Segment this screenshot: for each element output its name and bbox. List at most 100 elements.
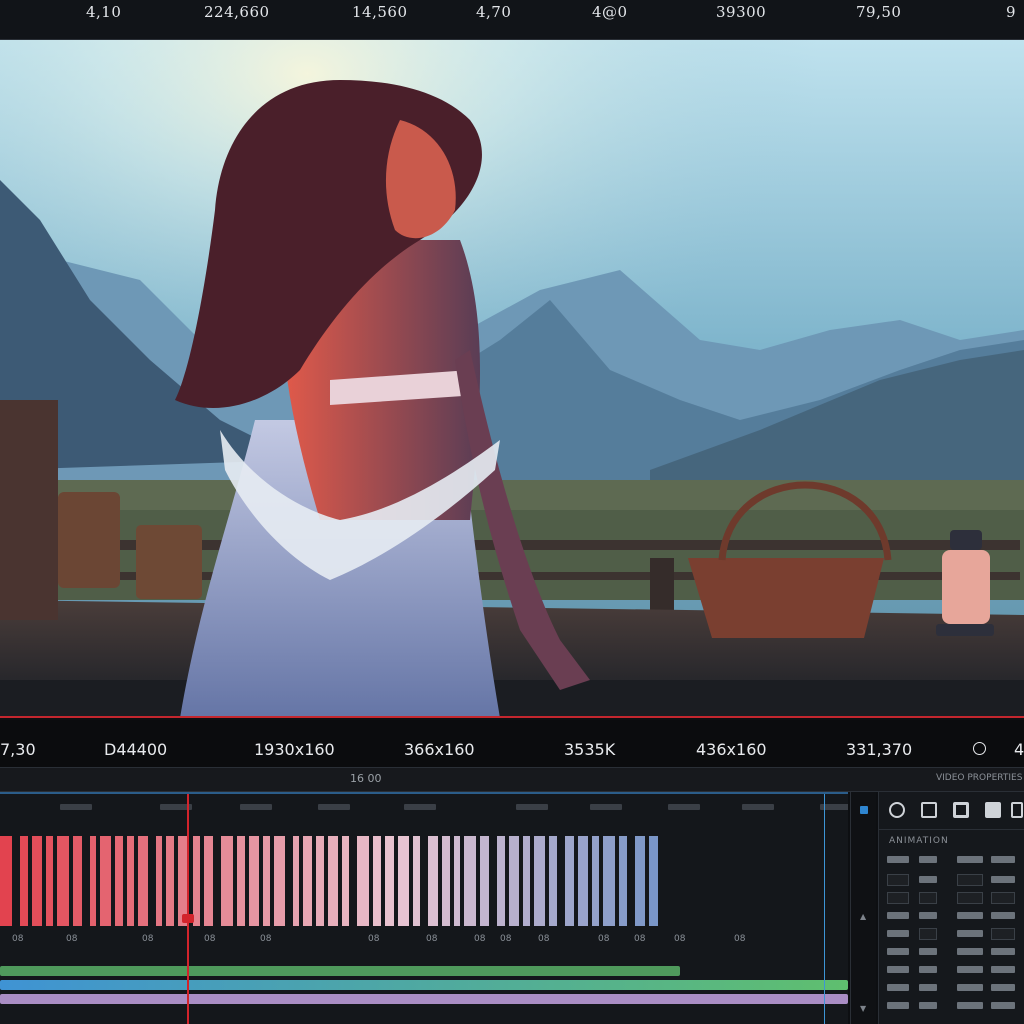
frame-thumbnail[interactable]	[442, 836, 450, 926]
property-label	[991, 876, 1015, 883]
frame-thumbnail[interactable]	[249, 836, 259, 926]
frame-thumbnail[interactable]	[90, 836, 96, 926]
frame-thumbnail[interactable]	[73, 836, 82, 926]
frame-thumbnail[interactable]	[46, 836, 53, 926]
top-readout-7: 79,50	[856, 3, 902, 21]
file-icon[interactable]	[985, 802, 1001, 818]
frame-thumbnail[interactable]	[592, 836, 599, 926]
property-field[interactable]	[919, 892, 937, 904]
property-row[interactable]	[879, 890, 1024, 908]
chevron-up-icon[interactable]: ▲	[860, 912, 866, 921]
frame-thumbnail[interactable]	[263, 836, 270, 926]
frame-thumbnail[interactable]	[578, 836, 588, 926]
frame-thumbnail[interactable]	[0, 836, 12, 926]
timeline-header: 16 00 VIDEO PROPERTIES	[0, 768, 1024, 792]
property-row[interactable]	[879, 998, 1024, 1016]
audio-track-purple[interactable]	[0, 994, 848, 1004]
property-field[interactable]	[887, 874, 909, 886]
frame-thumbnail[interactable]	[237, 836, 245, 926]
property-row[interactable]	[879, 962, 1024, 980]
property-label	[887, 930, 909, 937]
frame-thumbnail[interactable]	[193, 836, 200, 926]
frame-thumbnail[interactable]	[293, 836, 299, 926]
frame-thumbnail[interactable]	[127, 836, 134, 926]
top-readout-3: 14,560	[352, 3, 408, 21]
frame-thumbnail[interactable]	[328, 836, 338, 926]
property-label	[957, 984, 983, 991]
timeline[interactable]: 08 08 08 08 08 08 08 08 08 08 08 08 08 08	[0, 792, 848, 1024]
frame-thumbnail[interactable]	[20, 836, 28, 926]
frame-thumbnail[interactable]	[373, 836, 381, 926]
top-readout-4: 4,70	[476, 3, 512, 21]
playhead-handle[interactable]	[182, 914, 194, 923]
property-field[interactable]	[957, 892, 983, 904]
frame-thumbnail[interactable]	[523, 836, 530, 926]
frame-thumbnail[interactable]	[57, 836, 69, 926]
frame-thumbnail[interactable]	[166, 836, 174, 926]
frame-thumbnail[interactable]	[385, 836, 394, 926]
property-field[interactable]	[887, 892, 909, 904]
property-field[interactable]	[991, 892, 1015, 904]
property-label	[919, 948, 937, 955]
frame-thumbnail[interactable]	[274, 836, 285, 926]
frame-thumbnail[interactable]	[413, 836, 420, 926]
property-row[interactable]	[879, 908, 1024, 926]
top-readout-1: 4,10	[86, 3, 122, 21]
crop-icon[interactable]	[921, 802, 937, 818]
frame-thumbnail[interactable]	[497, 836, 505, 926]
frame-thumbnail[interactable]	[357, 836, 369, 926]
property-row[interactable]	[879, 926, 1024, 944]
frame-thumbnail[interactable]	[603, 836, 615, 926]
settings-icon[interactable]	[1011, 802, 1023, 818]
frame-thumbnail[interactable]	[138, 836, 148, 926]
frame-thumbnail[interactable]	[156, 836, 162, 926]
cut-icon[interactable]	[889, 802, 905, 818]
property-label	[957, 930, 983, 937]
frame-thumbnail[interactable]	[221, 836, 233, 926]
frame-label: 08	[66, 934, 78, 944]
info-icon[interactable]	[973, 742, 986, 755]
video-track-strip[interactable]	[0, 836, 800, 926]
frame-thumbnail[interactable]	[649, 836, 658, 926]
frame-thumbnail[interactable]	[316, 836, 324, 926]
timeline-scrollbar[interactable]: ▲ ▼	[850, 792, 876, 1024]
timeline-ruler[interactable]	[0, 800, 848, 814]
frame-thumbnail[interactable]	[303, 836, 312, 926]
property-row[interactable]	[879, 852, 1024, 870]
playhead[interactable]	[187, 794, 189, 1024]
frame-label: 08	[538, 934, 550, 944]
frame-thumbnail[interactable]	[398, 836, 409, 926]
property-row[interactable]	[879, 980, 1024, 998]
track-select-marker[interactable]	[860, 806, 868, 814]
frame-thumbnail[interactable]	[509, 836, 519, 926]
audio-track-blue[interactable]	[0, 980, 848, 990]
frame-thumbnail[interactable]	[342, 836, 349, 926]
frame-thumbnail[interactable]	[204, 836, 213, 926]
frame-thumbnail[interactable]	[454, 836, 460, 926]
panel-toolbar	[879, 792, 1024, 830]
transition-icon[interactable]	[953, 802, 969, 818]
frame-thumbnail[interactable]	[635, 836, 645, 926]
audio-track-green[interactable]	[0, 966, 680, 976]
frame-thumbnail[interactable]	[464, 836, 476, 926]
out-point-marker[interactable]	[824, 794, 825, 1024]
frame-thumbnail[interactable]	[565, 836, 574, 926]
property-field[interactable]	[991, 928, 1015, 940]
chevron-down-icon[interactable]: ▼	[860, 1004, 866, 1013]
video-preview[interactable]	[0, 40, 1024, 718]
frame-thumbnail[interactable]	[549, 836, 557, 926]
property-row[interactable]	[879, 944, 1024, 962]
frame-thumbnail[interactable]	[115, 836, 123, 926]
frame-thumbnail[interactable]	[534, 836, 545, 926]
frame-thumbnail[interactable]	[32, 836, 42, 926]
property-label	[991, 984, 1015, 991]
property-label	[919, 912, 937, 919]
property-label	[887, 856, 909, 863]
property-field[interactable]	[957, 874, 983, 886]
property-row[interactable]	[879, 872, 1024, 890]
property-field[interactable]	[919, 928, 937, 940]
frame-thumbnail[interactable]	[100, 836, 111, 926]
frame-thumbnail[interactable]	[619, 836, 627, 926]
frame-thumbnail[interactable]	[428, 836, 438, 926]
frame-thumbnail[interactable]	[480, 836, 489, 926]
